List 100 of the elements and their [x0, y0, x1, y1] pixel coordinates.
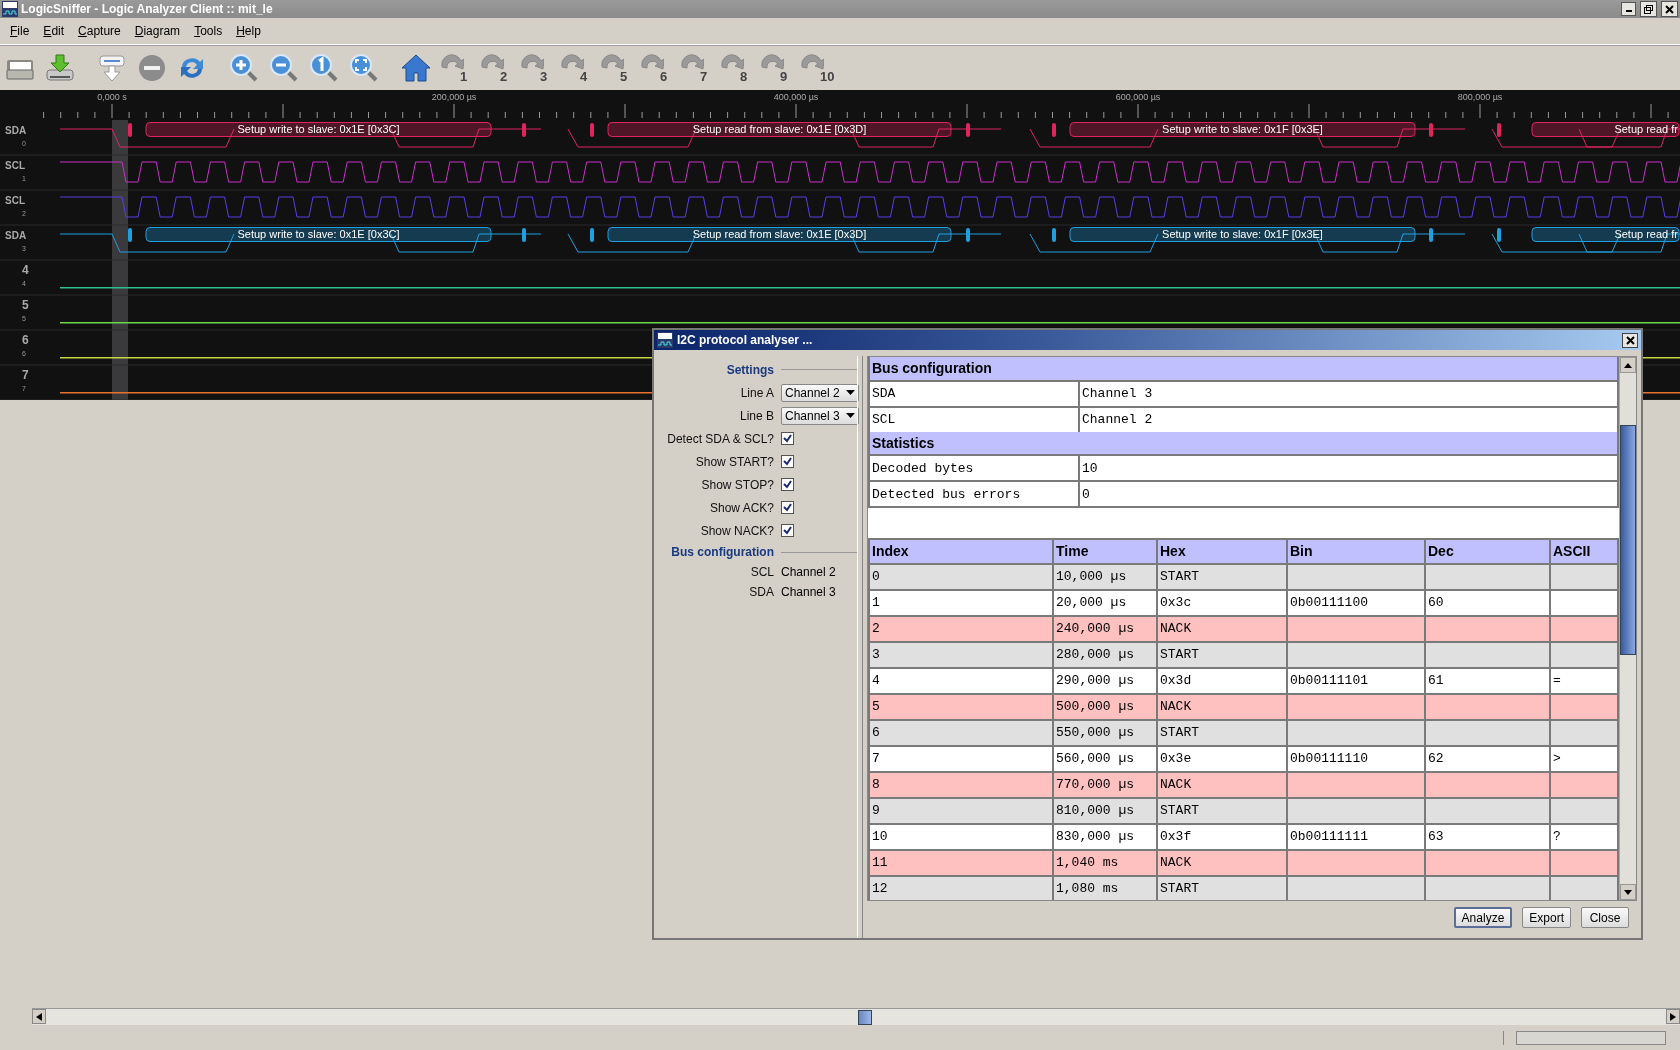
- zoom-out-icon[interactable]: [268, 52, 300, 84]
- table-cell: Detected bus errors: [869, 481, 1079, 507]
- menu-item[interactable]: Capture: [71, 22, 128, 40]
- capture-icon[interactable]: [96, 52, 128, 84]
- channel-name: SCL: [5, 160, 25, 171]
- stop-icon[interactable]: [136, 52, 168, 84]
- table-cell: 830,000 µs: [1053, 823, 1157, 850]
- event-marker: [1052, 123, 1056, 137]
- zoom-in-icon[interactable]: [228, 52, 260, 84]
- checkbox[interactable]: [781, 432, 794, 445]
- scroll-left-button[interactable]: [32, 1009, 46, 1024]
- dropdown[interactable]: Channel 2: [781, 383, 859, 402]
- dropdown[interactable]: Channel 3: [781, 406, 859, 425]
- cursor-button[interactable]: 2: [480, 51, 512, 85]
- app-icon: [657, 332, 673, 348]
- checkbox[interactable]: [781, 524, 794, 537]
- check-icon: [783, 503, 792, 512]
- menu-item[interactable]: Diagram: [127, 22, 188, 40]
- table-cell: NACK: [1157, 849, 1287, 876]
- dialog-button[interactable]: Close: [1581, 907, 1629, 928]
- checkbox[interactable]: [781, 455, 794, 468]
- event-marker: [1429, 123, 1433, 137]
- zoom-original-icon[interactable]: [308, 52, 340, 84]
- download-icon[interactable]: [44, 52, 76, 84]
- menu-item[interactable]: Tools: [187, 22, 230, 40]
- cursor-button[interactable]: 5: [600, 51, 632, 85]
- column-header: Hex: [1157, 539, 1287, 564]
- scroll-right-button[interactable]: [1666, 1009, 1680, 1024]
- field-label: Line A: [739, 384, 774, 402]
- table-cell: START: [1157, 641, 1287, 668]
- decoded-frame: Setup read from slave: 0x1E [0x3D]: [607, 122, 952, 137]
- table-cell: 1: [869, 589, 1053, 616]
- column-header: Time: [1053, 539, 1157, 564]
- cursor-button[interactable]: 1: [440, 51, 472, 85]
- decoded-frame: Setup write to slave: 0x1F [0x3E]: [1069, 227, 1416, 242]
- table-cell: 1,080 ms: [1053, 875, 1157, 900]
- event-marker: [1052, 228, 1056, 242]
- table-cell: 0b00111100: [1287, 589, 1425, 616]
- horizontal-scrollbar[interactable]: [32, 1008, 1680, 1025]
- table-cell: 500,000 µs: [1053, 693, 1157, 720]
- zoom-fit-icon[interactable]: [348, 52, 380, 84]
- decoded-frame: Setup write to slave: 0x1F [0x3E]: [1069, 122, 1416, 137]
- table-cell: 0x3f: [1157, 823, 1287, 850]
- channel-name: SDA: [5, 125, 27, 136]
- dialog-button[interactable]: Analyze: [1453, 907, 1513, 928]
- table-cell: 3: [869, 641, 1053, 668]
- table-cell: 1,040 ms: [1053, 849, 1157, 876]
- cursor-button[interactable]: 9: [760, 51, 792, 85]
- close-button[interactable]: [1622, 332, 1638, 348]
- table-cell: 60: [1425, 589, 1550, 616]
- scroll-down-button[interactable]: [1620, 884, 1636, 900]
- scroll-thumb[interactable]: [1620, 425, 1636, 655]
- decoded-frame: Setup write to slave: 0x1E [0x3C]: [145, 227, 492, 242]
- close-button[interactable]: [1661, 1, 1678, 17]
- menu-item[interactable]: File: [3, 22, 37, 40]
- down-arrow-icon: [1624, 889, 1632, 895]
- dialog-button[interactable]: Export: [1522, 907, 1571, 928]
- ruler-label: 200,000 µs: [431, 92, 477, 102]
- cursor-button[interactable]: 7: [680, 51, 712, 85]
- event-marker: [128, 123, 132, 137]
- table-cell: NACK: [1157, 771, 1287, 798]
- channel-name: SDA: [5, 230, 27, 241]
- curved-arrow-icon: [640, 51, 664, 71]
- table-cell: 0b00111111: [1287, 823, 1425, 850]
- table-cell: 7: [869, 745, 1053, 772]
- table-cell: 10: [869, 823, 1053, 850]
- ruler-label: 600,000 µs: [1115, 92, 1161, 102]
- table-cell: 63: [1425, 823, 1550, 850]
- maximize-button[interactable]: [1640, 1, 1657, 17]
- table-cell: 11: [869, 849, 1053, 876]
- ruler-label: 0,000 s: [97, 92, 127, 102]
- vertical-scrollbar[interactable]: [1619, 357, 1636, 900]
- ruler-label: 400,000 µs: [773, 92, 819, 102]
- checkbox-label: Show ACK?: [708, 499, 774, 517]
- scroll-up-button[interactable]: [1620, 357, 1636, 373]
- checkbox[interactable]: [781, 501, 794, 514]
- check-icon: [783, 434, 792, 443]
- maximize-icon: [1644, 4, 1653, 14]
- cursor-button[interactable]: 8: [720, 51, 752, 85]
- decoded-frame: Setup read fr: [1531, 122, 1680, 137]
- cursor-button[interactable]: 6: [640, 51, 672, 85]
- table-cell: SDA: [869, 380, 1079, 407]
- event-marker: [1429, 228, 1433, 242]
- curved-arrow-icon: [680, 51, 704, 71]
- scroll-thumb[interactable]: [858, 1009, 872, 1025]
- cursor-button[interactable]: 10: [800, 51, 832, 85]
- split-divider[interactable]: [857, 356, 863, 938]
- table-cell: 5: [869, 693, 1053, 720]
- home-icon[interactable]: [400, 52, 432, 84]
- cursor-button[interactable]: 4: [560, 51, 592, 85]
- checkbox[interactable]: [781, 478, 794, 491]
- minimize-button[interactable]: [1621, 2, 1636, 16]
- table-cell: Decoded bytes: [869, 455, 1079, 481]
- window-title: LogicSniffer - Logic Analyzer Client :: mit_le: [21, 2, 274, 16]
- table-cell: 61: [1425, 667, 1550, 694]
- table-cell: 240,000 µs: [1053, 615, 1157, 642]
- cursor-button[interactable]: 3: [520, 51, 552, 85]
- table-cell: SCL: [869, 406, 1079, 433]
- menu-item[interactable]: Help: [229, 22, 268, 40]
- menu-item[interactable]: Edit: [36, 22, 72, 40]
